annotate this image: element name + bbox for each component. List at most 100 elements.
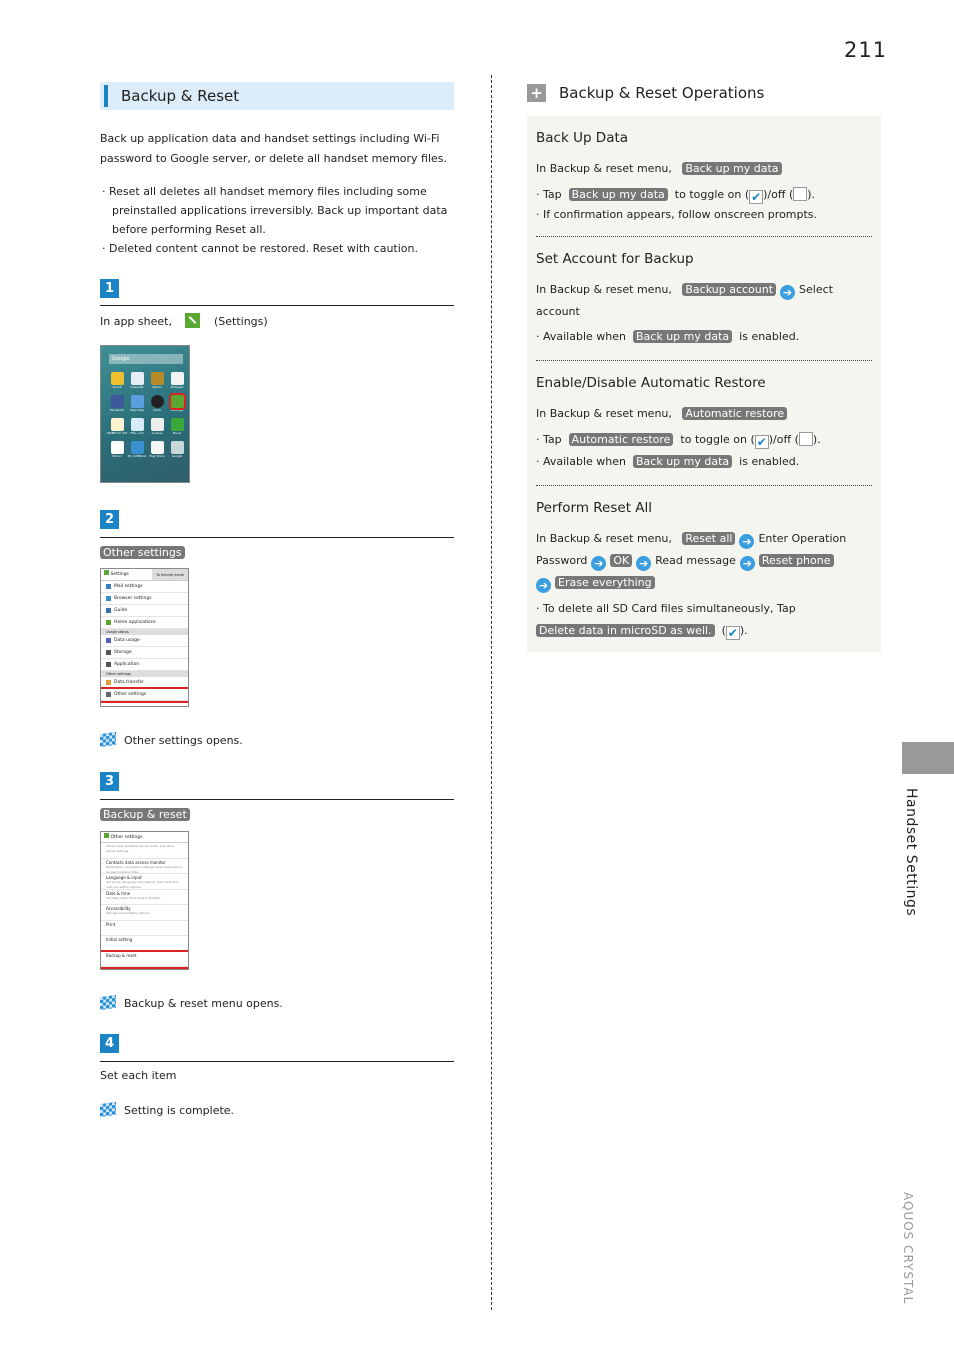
step-3: 3 Backup & reset Other settings Temporar…	[100, 772, 454, 1011]
ok-chip: OK	[610, 554, 633, 567]
setting-icon	[106, 620, 111, 625]
back-up-my-data-chip: Back up my data	[633, 455, 733, 468]
arrow-right-icon: ➔	[739, 534, 755, 549]
block-bullet: · To delete all SD Card files simultaneo…	[536, 602, 796, 640]
backup-reset-chip: Backup & reset	[100, 808, 190, 821]
app-settings: Settings	[167, 393, 187, 412]
column-divider	[491, 75, 492, 1310]
app-map: Map Pass	[127, 395, 147, 412]
intro-text: Back up application data and handset set…	[100, 132, 448, 165]
setting-icon	[106, 608, 111, 613]
checkbox-checked-icon: ✔	[754, 435, 769, 449]
step-1: 1 In app sheet, (Settings) Google Gmail …	[100, 279, 454, 483]
section-title: Backup & Reset	[100, 82, 454, 110]
step-instruction: Other settings	[100, 546, 454, 559]
app-clock: Clock	[147, 395, 167, 412]
settings-list-item: Application	[101, 659, 188, 671]
settings-list: Mail settings Browser settings Guide Home a…	[101, 581, 188, 703]
arrow-right-icon: ➔	[739, 556, 755, 571]
app-facebook: Facebook	[107, 395, 127, 412]
checkbox-checked-icon: ✔	[749, 190, 764, 204]
checkbox-checked-icon: ✔	[725, 626, 740, 640]
settings-list-item: Home applications	[101, 617, 188, 629]
dotted-divider	[536, 360, 872, 361]
operations-title: + Backup & Reset Operations	[527, 80, 881, 106]
settings-list-item: Guide	[101, 605, 188, 617]
block-bullet: · Tap Back up my data to toggle on (✔)/o…	[536, 187, 816, 204]
block-bullet: · Tap Automatic restore to toggle on (✔)…	[536, 432, 821, 449]
settings-list-item: Storage	[101, 647, 188, 659]
google-search-bar: Google	[109, 354, 183, 364]
reset-phone-chip: Reset phone	[758, 554, 834, 567]
block-heading-auto-restore: Enable/Disable Automatic Restore	[536, 375, 766, 391]
other-settings-item: Contacts data access monitor Notification…	[101, 859, 188, 874]
page-number: 211	[844, 38, 888, 62]
other-settings-item: Date & time Set date, time, time zone & f…	[101, 890, 188, 905]
app-fm: FM++CC	[127, 418, 147, 435]
note-item: · Reset all deletes all handset memory f…	[102, 185, 448, 236]
arrow-right-icon: ➔	[636, 556, 652, 571]
backup-account-chip: Backup account	[682, 283, 777, 296]
dotted-divider	[536, 485, 872, 486]
block-line: In Backup & reset menu, Back up my data	[536, 158, 872, 180]
step-number: 3	[100, 772, 119, 791]
delete-microsd-chip: Delete data in microSD as well.	[536, 624, 715, 637]
other-settings-item: Backup & reset	[101, 949, 188, 969]
block-heading-reset-all: Perform Reset All	[536, 500, 653, 516]
block-heading-set-account: Set Account for Backup	[536, 251, 694, 267]
back-up-my-data-chip: Back up my data	[682, 162, 782, 175]
step-rule	[100, 1061, 454, 1062]
step-number: 1	[100, 279, 119, 298]
setting-icon	[106, 596, 111, 601]
app-prime: PRIME for CM	[107, 418, 127, 435]
setting-icon	[106, 662, 111, 667]
other-settings-item: Accessibility Manage accessibility option…	[101, 905, 188, 921]
settings-list-item: Data transfer	[101, 677, 188, 689]
app-sheet-screenshot: Google Gmail Calendar Album Notepad Face…	[100, 345, 190, 483]
step-result: Backup & reset menu opens.	[100, 994, 454, 1011]
arrow-right-icon: ➔	[780, 285, 796, 300]
erase-everything-chip: Erase everything	[555, 576, 655, 589]
other-settings-item: Language & input Set locale (language and…	[101, 874, 188, 890]
step-rule	[100, 799, 454, 800]
app-notepad: Notepad	[167, 372, 187, 389]
back-up-my-data-chip: Back up my data	[633, 330, 733, 343]
app-yahoo: Yahoo!	[107, 441, 127, 458]
other-settings-list: Temporarily disabling secret mode, and o…	[101, 843, 188, 969]
arrow-right-icon: ➔	[591, 556, 607, 571]
settings-list-item: Mail settings	[101, 581, 188, 593]
automatic-restore-chip: Automatic restore	[682, 407, 788, 420]
setting-icon	[106, 638, 111, 643]
brand-label: AQUOS CRYSTAL	[901, 1192, 915, 1305]
checkbox-unchecked-icon	[793, 187, 808, 201]
step-result: Other settings opens.	[100, 731, 454, 748]
step-instruction: In app sheet, (Settings)	[100, 313, 268, 328]
checkbox-unchecked-icon	[798, 432, 813, 446]
setting-icon	[106, 692, 111, 697]
dotted-divider	[536, 236, 872, 237]
right-column: + Backup & Reset Operations Back Up Data…	[527, 80, 881, 652]
settings-list-item: Other settings	[101, 687, 188, 703]
back-up-my-data-chip: Back up my data	[568, 188, 668, 201]
finish-flag-icon	[100, 1101, 116, 1118]
app-mysoftbank: My SoftBank	[127, 441, 147, 458]
settings-list-item: Browser settings	[101, 593, 188, 605]
arrow-right-icon: ➔	[536, 578, 551, 593]
left-column: Backup & Reset Back up application data …	[100, 82, 454, 1118]
other-settings-item: Print	[101, 921, 188, 936]
app-gmail: Gmail	[107, 372, 127, 389]
block-line: In Backup & reset menu, Reset all ➔ Enter …	[536, 532, 847, 593]
block-line: In Backup & reset menu, Automatic restor…	[536, 403, 872, 425]
app-playstore: Play Store	[147, 441, 167, 458]
block-line: In Backup & reset menu, Backup account ➔ S…	[536, 283, 833, 318]
app-google-folder: Google	[167, 441, 187, 458]
step-instruction: Set each item	[100, 1069, 177, 1082]
block-bullet: · If confirmation appears, follow onscre…	[536, 208, 818, 221]
automatic-restore-chip: Automatic restore	[568, 433, 674, 446]
step-rule	[100, 537, 454, 538]
setting-icon	[106, 584, 111, 589]
block-bullet: · Available when Back up my data is enab…	[536, 455, 800, 468]
block-heading-backup-data: Back Up Data	[536, 130, 629, 146]
other-settings-item: Temporarily disabling secret mode, and o…	[101, 843, 188, 859]
finish-flag-icon	[100, 731, 116, 748]
